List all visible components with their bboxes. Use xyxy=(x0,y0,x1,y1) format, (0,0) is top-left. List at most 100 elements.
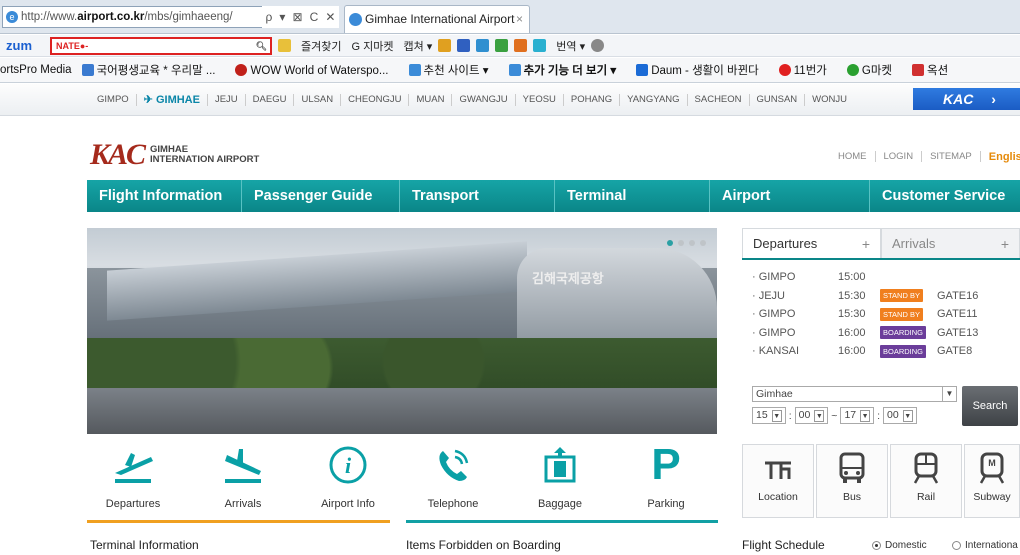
tool-icon-2[interactable] xyxy=(457,39,471,52)
service-airport-info[interactable]: i Airport Info xyxy=(308,440,388,510)
airport-yangyang[interactable]: YANGYANG xyxy=(620,93,688,106)
carousel-dot[interactable] xyxy=(667,240,673,246)
flight-row[interactable]: · KANSAI 16:00 BOARDING GATE8 xyxy=(742,342,1020,361)
airport-jeju[interactable]: JEJU xyxy=(208,93,246,106)
airport-gunsan[interactable]: GUNSAN xyxy=(750,93,806,106)
sitemap-link[interactable]: SITEMAP xyxy=(922,151,981,162)
fav-item[interactable]: Daum - 생활이 바뀐다 xyxy=(636,62,769,78)
transport-location[interactable]: Location xyxy=(742,444,814,518)
from-hour-select[interactable]: 15 ▼ xyxy=(752,407,786,424)
fav-item[interactable]: WOW World of Waterspo... xyxy=(235,63,398,77)
tab-arrivals[interactable]: Arrivals + xyxy=(881,228,1020,258)
refresh-icon[interactable]: C xyxy=(310,10,319,24)
home-link[interactable]: HOME xyxy=(830,151,876,162)
airport-yeosu[interactable]: YEOSU xyxy=(516,93,564,106)
site-logo[interactable]: KAC GIMHAE INTERNATION AIRPORT xyxy=(90,138,259,172)
airport-nav: GIMPO ✈ GIMHAE JEJU DAEGU ULSAN CHEONGJU… xyxy=(0,84,1020,116)
airport-muan[interactable]: MUAN xyxy=(409,93,453,106)
airport-ulsan[interactable]: ULSAN xyxy=(294,93,342,106)
service-departures[interactable]: Departures xyxy=(93,440,173,510)
nav-transport[interactable]: Transport xyxy=(400,180,555,212)
radio-domestic[interactable]: Domestic xyxy=(872,540,927,551)
transport-rail[interactable]: Rail xyxy=(890,444,962,518)
fav-item[interactable]: 11번가 xyxy=(778,62,837,78)
tool-icon-4[interactable] xyxy=(495,39,509,52)
service-telephone[interactable]: Telephone xyxy=(413,440,493,510)
chevron-down-icon: ▼ xyxy=(902,409,913,422)
terminal-info-heading[interactable]: Terminal Information xyxy=(90,538,199,552)
compat-icon[interactable]: ⊠ xyxy=(293,10,303,24)
service-baggage[interactable]: Baggage xyxy=(520,440,600,510)
plus-icon[interactable]: + xyxy=(1001,236,1009,252)
airport-cheongju[interactable]: CHEONGJU xyxy=(341,93,410,106)
tab-departures[interactable]: Departures + xyxy=(742,228,881,258)
stop-icon[interactable]: ✕ xyxy=(325,10,335,24)
airport-daegu[interactable]: DAEGU xyxy=(246,93,295,106)
toolbar-capture[interactable]: 캡쳐 ▾ xyxy=(403,38,432,54)
airport-gimpo[interactable]: GIMPO xyxy=(90,93,137,106)
airport-wonju[interactable]: WONJU xyxy=(805,94,854,106)
nav-airport-introduction[interactable]: Airport Introduction xyxy=(710,180,870,236)
fav-item[interactable]: 추가 기능 더 보기 ▾ xyxy=(508,62,627,78)
from-min-select[interactable]: 00 ▼ xyxy=(794,407,829,424)
service-arrivals[interactable]: Arrivals xyxy=(203,440,283,510)
airport-gimhae[interactable]: ✈ GIMHAE xyxy=(137,93,208,106)
fav-item[interactable]: ortsPro Media xyxy=(0,64,72,76)
nav-passenger-guide[interactable]: Passenger Guide xyxy=(242,180,400,212)
status-badge: STAND BY xyxy=(880,307,923,321)
fav-item[interactable]: 옥션 xyxy=(911,62,958,78)
carousel-dot[interactable] xyxy=(700,240,706,246)
nav-terminal-information[interactable]: Terminal Information xyxy=(555,180,710,236)
forbidden-items-heading[interactable]: Items Forbidden on Boarding xyxy=(406,538,561,552)
hero-banner-image[interactable]: 김해국제공항 xyxy=(87,228,717,434)
flight-city: · GIMPO xyxy=(752,326,796,339)
flight-schedule-heading[interactable]: Flight Schedule xyxy=(742,538,825,552)
login-link[interactable]: LOGIN xyxy=(876,151,923,162)
tool-icon-1[interactable] xyxy=(438,39,452,52)
browser-tab[interactable]: Gimhae International Airport × xyxy=(344,5,530,33)
kac-button[interactable]: KAC › xyxy=(913,88,1020,110)
nav-flight-information[interactable]: Flight Information xyxy=(87,180,242,212)
carousel-dot[interactable] xyxy=(678,240,684,246)
zum-search-icon[interactable]: 🔍︎ xyxy=(256,39,267,53)
flight-row[interactable]: · GIMPO 15:00 xyxy=(742,268,1020,287)
dropdown-icon[interactable]: ▾ xyxy=(279,10,285,24)
tab-close-icon[interactable]: × xyxy=(516,6,523,32)
zum-search-input[interactable]: NATE●- 🔍︎ xyxy=(50,36,272,55)
flight-gate: GATE11 xyxy=(937,308,978,321)
service-parking[interactable]: P Parking xyxy=(626,440,706,510)
toolbar-gmarket[interactable]: G 지마켓 xyxy=(351,38,393,54)
flight-board: Departures + Arrivals + · GIMPO 15:00 · JEJU… xyxy=(742,228,1020,438)
search-icon[interactable]: ρ xyxy=(266,10,273,24)
flight-row[interactable]: · GIMPO 16:00 BOARDING GATE13 xyxy=(742,324,1020,343)
divider-teal xyxy=(406,520,718,523)
flight-row[interactable]: · GIMPO 15:30 STAND BY GATE11 xyxy=(742,305,1020,324)
toolbar-translate[interactable]: 번역 ▾ xyxy=(556,38,585,54)
carousel-dot[interactable] xyxy=(689,240,695,246)
flight-time: 16:00 xyxy=(838,326,866,339)
tool-icon-6[interactable] xyxy=(533,39,547,52)
toolbar-favorites[interactable]: 즐겨찾기 xyxy=(301,38,341,54)
transport-bus[interactable]: Bus xyxy=(816,444,888,518)
airport-sacheon[interactable]: SACHEON xyxy=(688,93,750,106)
settings-icon[interactable] xyxy=(591,39,605,52)
nav-customer-service[interactable]: Customer Service xyxy=(870,180,1020,212)
airport-gwangju[interactable]: GWANGJU xyxy=(452,93,516,106)
airport-pohang[interactable]: POHANG xyxy=(564,93,621,106)
radio-international[interactable]: Internationa xyxy=(952,540,1018,551)
transport-subway[interactable]: M Subway xyxy=(964,444,1020,518)
plus-icon[interactable]: + xyxy=(862,236,870,252)
tool-icon-5[interactable] xyxy=(514,39,528,52)
utility-links: HOME LOGIN SITEMAP English ▾ xyxy=(830,150,1020,163)
fav-item[interactable]: 추천 사이트 ▾ xyxy=(408,62,499,78)
key-icon[interactable] xyxy=(278,39,291,52)
flight-row[interactable]: · JEJU 15:30 STAND BY GATE16 xyxy=(742,287,1020,306)
language-select[interactable]: English ▾ xyxy=(981,150,1020,163)
tool-icon-3[interactable] xyxy=(476,39,490,52)
to-min-select[interactable]: 00 ▼ xyxy=(883,407,917,424)
to-hour-select[interactable]: 17 ▼ xyxy=(840,407,875,424)
fav-item[interactable]: G마켓 xyxy=(846,62,902,78)
fav-item[interactable]: 국어평생교육 * 우리말 ... xyxy=(81,62,226,78)
airport-select[interactable]: Gimhae ▼ xyxy=(752,386,957,402)
flight-search-button[interactable]: Search xyxy=(962,386,1018,426)
